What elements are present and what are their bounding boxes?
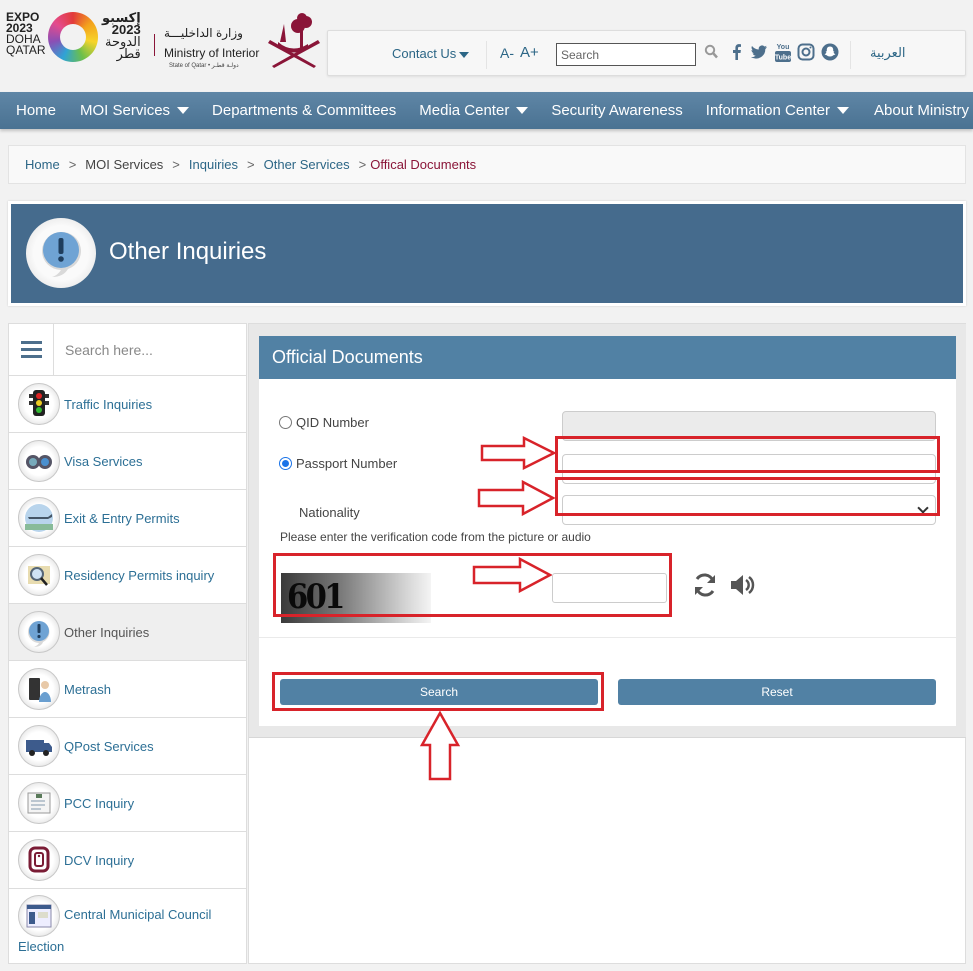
breadcrumb-separator: > <box>247 157 255 172</box>
divider <box>850 41 851 69</box>
sidebar-item-traffic-inquiries[interactable]: Traffic Inquiries <box>9 376 246 433</box>
page-banner: Other Inquiries <box>8 201 966 306</box>
airplane-icon <box>18 497 60 539</box>
caret-down-icon <box>837 107 850 114</box>
nav-departments-committees[interactable]: Departments & Committees <box>200 102 407 119</box>
breadcrumb-separator: > <box>68 157 77 172</box>
chevron-down-icon <box>917 502 929 514</box>
exclamation-bubble-icon <box>18 611 60 653</box>
traffic-light-icon <box>18 383 60 425</box>
sidebar-item-qpost-services[interactable]: QPost Services <box>9 718 246 775</box>
main-nav: Home MOI Services Departments & Committe… <box>0 92 973 129</box>
sidebar-item-visa-services[interactable]: Visa Services <box>9 433 246 490</box>
captcha-image: 601 <box>281 573 431 623</box>
reset-button[interactable]: Reset <box>618 679 936 705</box>
qatar-emblem-icon[interactable] <box>266 10 322 70</box>
sidebar-item-central-municipal-council-election[interactable]: Central Municipal Council Election <box>9 889 246 965</box>
sidebar: Traffic Inquiries Visa Services Exit & E… <box>8 323 247 964</box>
phone-person-icon <box>18 668 60 710</box>
divider <box>486 41 487 69</box>
sidebar-item-metrash[interactable]: Metrash <box>9 661 246 718</box>
ministry-name-arabic: وزارة الداخليـــة <box>164 26 243 40</box>
binoculars-icon <box>18 440 60 482</box>
breadcrumb-separator: > <box>172 157 180 172</box>
expo-arabic-logo-text: إكسبو 2023 الدوحة قطر <box>102 10 141 61</box>
passport-radio-option[interactable]: Passport Number <box>279 456 397 471</box>
menu-toggle-button[interactable] <box>9 324 54 375</box>
page-title: Other Inquiries <box>109 238 267 265</box>
sidebar-item-pcc-inquiry[interactable]: PCC Inquiry <box>9 775 246 832</box>
nav-information-center[interactable]: Information Center <box>694 102 860 119</box>
breadcrumb-moi-services: MOI Services <box>85 157 164 172</box>
caret-down-icon <box>459 51 470 58</box>
snapchat-icon[interactable] <box>821 43 839 61</box>
sidebar-item-residency-permits[interactable]: Residency Permits inquiry <box>9 547 246 604</box>
sidebar-item-other-inquiries[interactable]: Other Inquiries <box>9 604 246 661</box>
header-logos: EXPO 2023 DOHA QATAR إكسبو 2023 الدوحة ق… <box>4 6 324 78</box>
sidebar-search-input[interactable] <box>54 324 246 375</box>
qid-radio-option[interactable]: QID Number <box>279 415 369 430</box>
breadcrumb-other-services[interactable]: Other Services <box>264 157 350 172</box>
svg-text:Tube: Tube <box>775 55 791 62</box>
official-documents-form: Official Documents QID Number Passport N… <box>259 336 956 726</box>
sidebar-item-dcv-inquiry[interactable]: DCV Inquiry <box>9 832 246 889</box>
hamburger-icon <box>20 341 42 344</box>
audio-captcha-icon[interactable] <box>729 572 755 598</box>
nav-moi-services[interactable]: MOI Services <box>68 102 200 119</box>
passport-number-input[interactable] <box>562 454 936 484</box>
logo-divider <box>154 34 155 56</box>
svg-text:You: You <box>777 44 790 51</box>
ministry-name-english: Ministry of Interior <box>164 46 260 60</box>
ballot-icon <box>18 895 60 937</box>
nav-security-awareness[interactable]: Security Awareness <box>539 102 693 119</box>
caret-down-icon <box>177 107 190 114</box>
main-content: Official Documents QID Number Passport N… <box>248 323 966 964</box>
nationality-label: Nationality <box>299 505 360 520</box>
nav-home[interactable]: Home <box>0 102 68 119</box>
refresh-captcha-icon[interactable] <box>692 572 718 598</box>
caret-down-icon <box>516 107 529 114</box>
language-switch-link[interactable]: العربية <box>870 45 906 61</box>
nav-about-ministry[interactable]: About Ministry <box>860 102 973 119</box>
expo-flower-logo-icon <box>48 12 98 62</box>
expo-2023-logo-text: EXPO 2023 DOHA QATAR <box>6 10 46 57</box>
instagram-icon[interactable] <box>797 43 815 61</box>
youtube-icon[interactable]: You Tube <box>774 41 792 63</box>
divider <box>259 637 956 638</box>
nationality-select[interactable]: ............ <box>562 495 936 525</box>
font-decrease-button[interactable]: A- <box>500 45 514 61</box>
font-increase-button[interactable]: A+ <box>520 44 539 61</box>
ministry-subtitle: State of Qatar • دولـة قطـر <box>169 63 239 69</box>
certificate-icon <box>18 782 60 824</box>
sidebar-item-exit-entry-permits[interactable]: Exit & Entry Permits <box>9 490 246 547</box>
exclamation-bubble-icon <box>26 218 96 288</box>
breadcrumb: Home > MOI Services > Inquiries > Other … <box>8 145 966 184</box>
search-button[interactable]: Search <box>280 679 598 705</box>
captcha-input[interactable] <box>552 573 667 603</box>
magnifier-document-icon <box>18 554 60 596</box>
search-icon[interactable] <box>704 44 718 60</box>
site-search-input[interactable] <box>556 43 696 66</box>
breadcrumb-home[interactable]: Home <box>25 157 60 172</box>
verification-instructions: Please enter the verification code from … <box>280 530 591 544</box>
contact-us-dropdown[interactable]: Contact Us <box>392 46 470 61</box>
passport-radio[interactable] <box>279 457 292 470</box>
breadcrumb-separator: > <box>358 157 367 172</box>
qid-radio[interactable] <box>279 416 292 429</box>
form-title: Official Documents <box>259 336 956 379</box>
delivery-van-icon <box>18 725 60 767</box>
nav-media-center[interactable]: Media Center <box>407 102 539 119</box>
utility-bar: Contact Us A- A+ You Tube العربية <box>327 30 966 76</box>
qid-number-input[interactable] <box>562 411 936 441</box>
dcv-logo-icon <box>18 839 60 881</box>
breadcrumb-inquiries[interactable]: Inquiries <box>189 157 238 172</box>
twitter-icon[interactable] <box>750 43 768 61</box>
breadcrumb-current: Offical Documents <box>370 157 477 172</box>
facebook-icon[interactable] <box>728 43 746 61</box>
